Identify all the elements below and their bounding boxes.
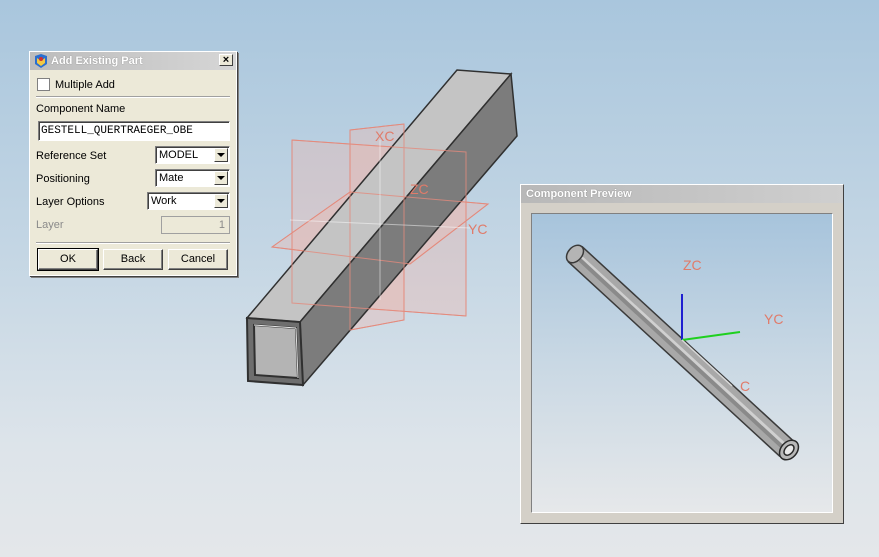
- layer-options-label: Layer Options: [36, 196, 105, 208]
- dialog-title-bar[interactable]: Add Existing Part ×: [30, 52, 236, 70]
- positioning-label: Positioning: [36, 173, 90, 185]
- layer-options-value: Work: [151, 195, 177, 207]
- layer-input: 1: [161, 216, 230, 234]
- reference-set-select[interactable]: MODEL: [155, 146, 230, 164]
- divider: [36, 242, 230, 244]
- component-preview-panel: Component Preview ZC YC C: [520, 184, 844, 524]
- axis-label-xc: XC: [375, 128, 394, 144]
- multiple-add-checkbox[interactable]: [37, 78, 50, 91]
- round-tube: [565, 244, 800, 461]
- layer-label: Layer: [36, 219, 64, 231]
- multiple-add-label: Multiple Add: [55, 79, 115, 91]
- close-icon: ×: [222, 53, 230, 66]
- axis-label-yc: YC: [468, 221, 487, 237]
- positioning-value: Mate: [159, 172, 184, 184]
- axis-label-zc: ZC: [410, 181, 429, 197]
- chevron-down-icon[interactable]: [214, 148, 228, 162]
- component-name-input[interactable]: GESTELL_QUERTRAEGER_OBE: [38, 121, 230, 141]
- dialog-title: Add Existing Part: [51, 55, 143, 67]
- add-existing-part-dialog: Add Existing Part × Multiple Add Compone…: [29, 51, 237, 276]
- chevron-down-icon[interactable]: [214, 171, 228, 185]
- preview-axis-label-xc: C: [740, 378, 750, 394]
- close-button[interactable]: ×: [219, 54, 233, 66]
- chevron-down-icon[interactable]: [214, 194, 228, 208]
- layer-options-select[interactable]: Work: [147, 192, 230, 210]
- preview-title[interactable]: Component Preview: [521, 185, 843, 203]
- app-logo-icon: [35, 54, 47, 68]
- reference-set-value: MODEL: [159, 149, 199, 161]
- ok-button[interactable]: OK: [37, 248, 99, 271]
- preview-viewport[interactable]: ZC YC C: [531, 213, 833, 513]
- preview-axis-label-yc: YC: [764, 311, 783, 327]
- preview-axis-label-zc: ZC: [683, 257, 702, 273]
- positioning-select[interactable]: Mate: [155, 169, 230, 187]
- back-button[interactable]: Back: [103, 249, 163, 270]
- component-name-label: Component Name: [36, 103, 126, 115]
- divider: [36, 96, 230, 98]
- reference-set-label: Reference Set: [36, 150, 107, 162]
- cancel-button[interactable]: Cancel: [168, 249, 228, 270]
- preview-scene: ZC YC C: [565, 244, 800, 461]
